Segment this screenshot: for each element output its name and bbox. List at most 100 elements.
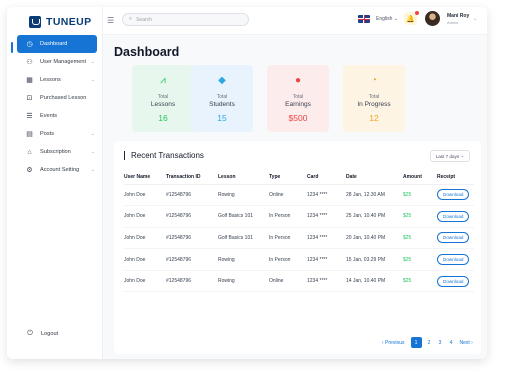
previous-page-button[interactable]: ‹ Previous: [382, 337, 405, 348]
sidebar: TUNEUP ◷ Dashboard ⚇ User Management ⌄ ▦ Lesso…: [7, 7, 103, 359]
download-button[interactable]: Download: [437, 232, 470, 244]
search-input[interactable]: ⌕ Search: [122, 13, 249, 26]
table-row: John Doe #12548796 Rowing In Person 1234 ***…: [124, 248, 474, 271]
table-cell: 1234 ****: [307, 227, 346, 250]
page-button-4[interactable]: 4: [446, 337, 457, 348]
table-row: John Doe #12548796 Rowing Online 1234 **** 14…: [124, 270, 474, 293]
download-button[interactable]: Download: [437, 189, 470, 201]
table-cell: 1234 ****: [307, 184, 346, 207]
stat-label: Total: [216, 94, 228, 100]
sidebar-item-label: Account Setting: [40, 167, 80, 173]
table-cell: Rowing: [218, 248, 269, 271]
sidebar-item-lessons[interactable]: ▦ Lessons ⌄: [7, 71, 103, 89]
sidebar-item-user-management[interactable]: ⚇ User Management ⌄: [7, 53, 103, 71]
sidebar-item-label: Dashboard: [40, 41, 68, 47]
chart-icon: ⩘: [160, 75, 166, 86]
table-cell: John Doe: [124, 227, 166, 250]
table-cell: Rowing: [218, 270, 269, 293]
download-button[interactable]: Download: [437, 210, 470, 222]
language-selector[interactable]: English ⌄: [376, 16, 398, 22]
stat-name: Earnings: [285, 101, 311, 108]
table-cell: 14 Jan, 10.40 PM: [346, 270, 403, 293]
menu-icon[interactable]: ☰: [107, 17, 114, 25]
uk-flag-icon[interactable]: [358, 15, 370, 23]
gear-icon: ⚙: [26, 167, 33, 174]
table-cell: John Doe: [124, 205, 166, 228]
app-window: TUNEUP ◷ Dashboard ⚇ User Management ⌄ ▦ Lesso…: [7, 7, 487, 359]
logo[interactable]: TUNEUP: [29, 16, 92, 28]
table-cell: In Person: [269, 205, 307, 228]
recent-transactions-panel: Recent Transactions Last 7 days ⌄ User N…: [114, 141, 481, 354]
download-button[interactable]: Download: [437, 275, 470, 287]
sidebar-item-label: User Management: [40, 59, 87, 65]
sidebar-item-dashboard[interactable]: ◷ Dashboard: [17, 35, 97, 53]
progress-icon: ◔: [370, 75, 378, 86]
table-body: John Doe #12548796 Rowing Online 1234 **** 28…: [124, 184, 474, 293]
table-cell: Download: [437, 248, 474, 271]
sidebar-item-label: Posts: [40, 131, 54, 137]
table-cell: In Person: [269, 227, 307, 250]
sidebar-item-label: Subscription: [40, 149, 71, 155]
table-cell: $25: [403, 205, 437, 228]
column-header: Card: [307, 170, 346, 185]
table-cell: 1234 ****: [307, 205, 346, 228]
table-cell: Download: [437, 205, 474, 228]
sidebar-item-events[interactable]: ☰ Events: [7, 107, 103, 125]
user-menu-chevron-icon[interactable]: ⌄: [473, 16, 477, 22]
date-filter-dropdown[interactable]: Last 7 days ⌄: [430, 150, 470, 162]
dollar-icon: ●: [294, 75, 302, 86]
table-header-row: User Name Transaction ID Lesson Type Card Dat…: [124, 170, 474, 185]
download-button[interactable]: Download: [437, 254, 470, 266]
column-header: User Name: [124, 170, 166, 185]
table-cell: 1234 ****: [307, 248, 346, 271]
next-page-button[interactable]: Next ›: [460, 337, 473, 348]
page-button-3[interactable]: 3: [435, 337, 446, 348]
column-header: Receipt: [437, 170, 474, 185]
stat-name: In Progress: [357, 101, 391, 108]
search-placeholder: Search: [136, 16, 152, 23]
pagination: ‹ Previous 1 2 3 4 Next ›: [382, 337, 473, 348]
stat-value: $500: [288, 113, 308, 123]
sidebar-item-label: Events: [40, 113, 58, 119]
table-cell: $25: [403, 227, 437, 250]
column-header: Transaction ID: [166, 170, 218, 185]
topbar: ☰ ⌕ Search English ⌄ 🔔 Mani Roy Admin ⌄: [103, 7, 487, 35]
table-cell: Download: [437, 227, 474, 250]
table-cell: Download: [437, 184, 474, 207]
sidebar-item-account-setting[interactable]: ⚙ Account Setting ⌄: [7, 161, 103, 179]
table-cell: Download: [437, 270, 474, 293]
table-cell: In Person: [269, 248, 307, 271]
page-button-1[interactable]: 1: [410, 337, 422, 348]
table-cell: 25 Jan, 10.40 PM: [346, 205, 403, 228]
column-header: Type: [269, 170, 307, 185]
table-cell: 1234 ****: [307, 270, 346, 293]
table-cell: #12548796: [166, 270, 218, 293]
bank-icon: ⌂: [27, 148, 32, 156]
logo-text: TUNEUP: [46, 16, 92, 28]
stat-label: Total: [292, 94, 304, 100]
chevron-down-icon: ⌄: [90, 131, 95, 137]
stat-value: 15: [217, 113, 227, 123]
grid-icon: ▦: [26, 77, 33, 84]
stat-value: 12: [369, 113, 379, 123]
table-cell: Online: [269, 184, 307, 207]
stat-value: 16: [158, 113, 168, 123]
chevron-down-icon: ⌄: [90, 59, 95, 65]
table-row: John Doe #12548796 Golf Basics 101 In Perso…: [124, 205, 474, 228]
page-button-2[interactable]: 2: [424, 337, 435, 348]
user-role: Admin: [447, 20, 459, 25]
chevron-down-icon: ⌄: [90, 167, 95, 173]
logout-button[interactable]: ⏻ Logout: [26, 330, 58, 338]
sidebar-item-posts[interactable]: ▤ Posts ⌄: [7, 125, 103, 143]
table-cell: Online: [269, 270, 307, 293]
sidebar-item-subscription[interactable]: ⌂ Subscription ⌄: [7, 143, 103, 161]
sidebar-item-label: Lessons: [40, 77, 61, 83]
table-cell: Golf Basics 101: [218, 205, 269, 228]
sidebar-item-purchased-lesson[interactable]: ⊡ Purchased Lesson: [7, 89, 103, 107]
column-header: Amount: [403, 170, 437, 185]
filter-label: Last 7 days: [435, 153, 460, 159]
avatar[interactable]: [425, 11, 440, 26]
table-cell: John Doe: [124, 184, 166, 207]
table-cell: John Doe: [124, 248, 166, 271]
stat-label: Total: [157, 94, 169, 100]
